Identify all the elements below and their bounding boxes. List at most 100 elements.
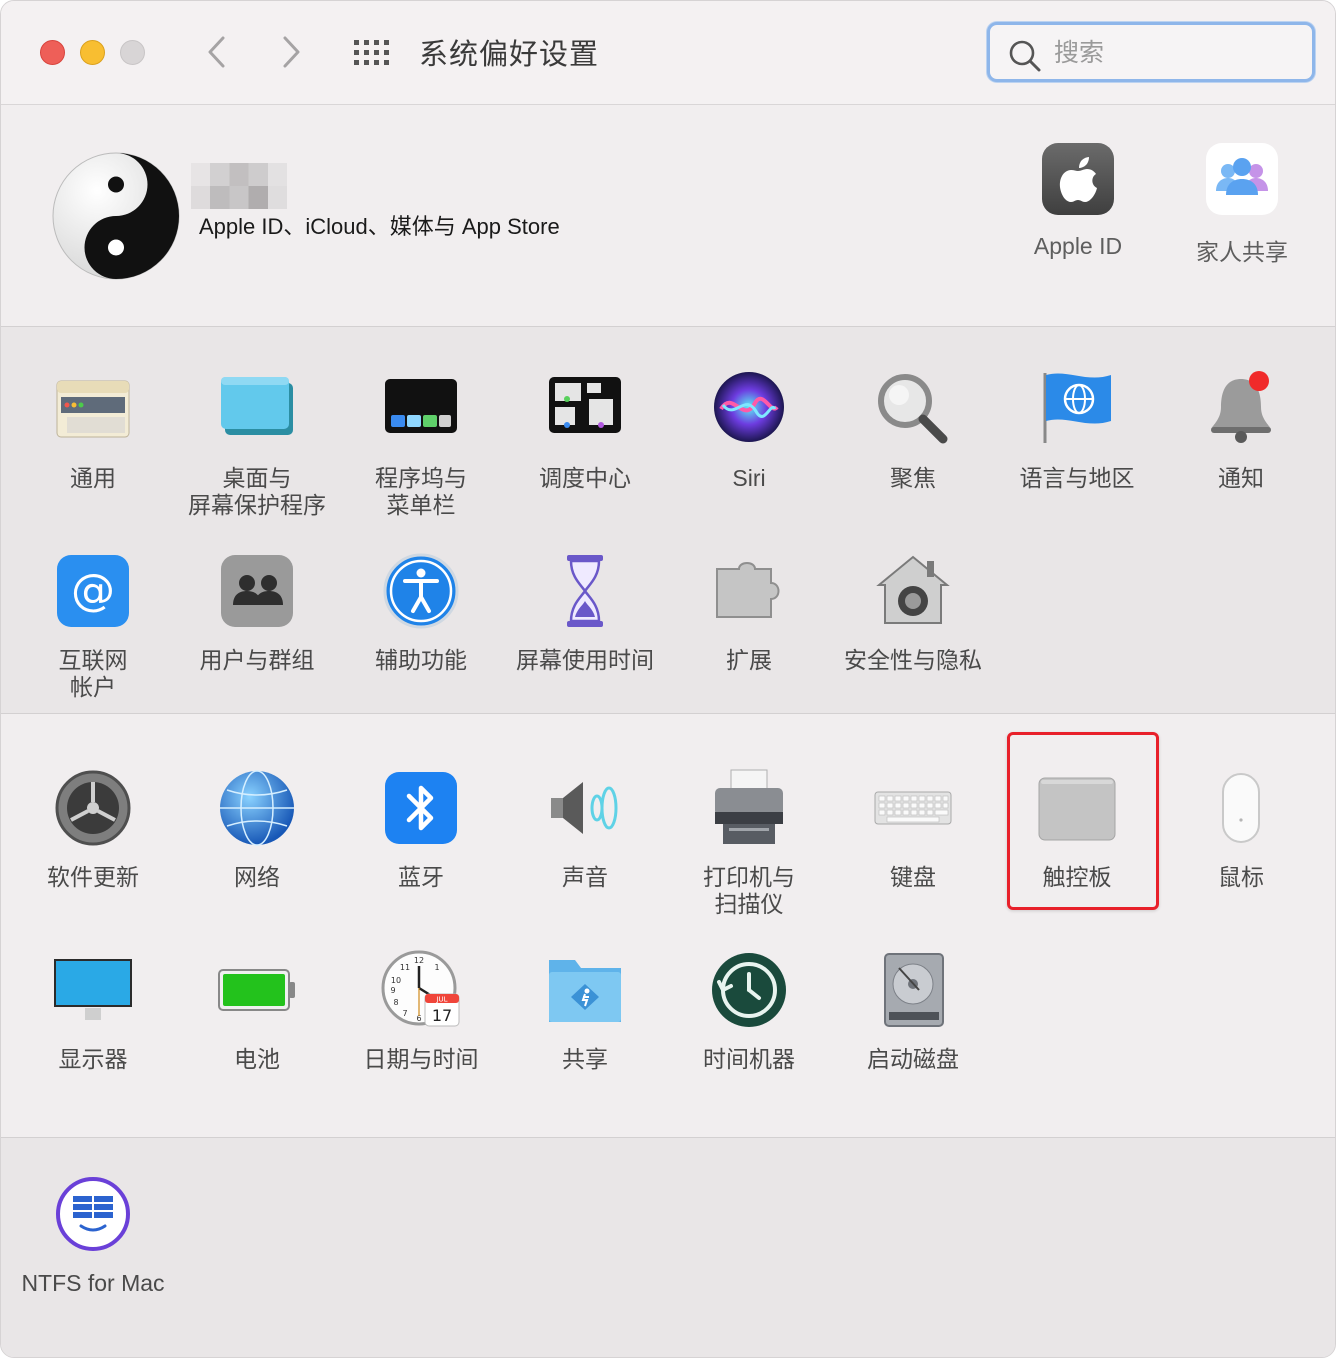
pane-accessibility[interactable]: 辅助功能	[339, 551, 503, 674]
pane-label: 通知	[1218, 465, 1264, 491]
pane-bluetooth[interactable]: 蓝牙	[339, 768, 503, 891]
grid-icon	[354, 40, 389, 65]
search-icon	[1009, 40, 1041, 72]
search-input[interactable]	[1052, 35, 1296, 71]
close-button[interactable]	[40, 40, 65, 65]
calendar-month: JUL	[435, 996, 447, 1004]
avatar[interactable]	[51, 151, 181, 281]
pane-label: 语言与地区	[1019, 465, 1135, 491]
desktop-screensaver-icon	[217, 369, 297, 449]
bluetooth-icon	[381, 768, 461, 848]
accessibility-icon	[381, 551, 461, 631]
apple-logo-icon	[1042, 143, 1114, 215]
pane-printers-scanners[interactable]: 打印机与 扫描仪	[667, 768, 831, 918]
pane-mission-control[interactable]: 调度中心	[503, 369, 667, 492]
pane-network[interactable]: 网络	[175, 768, 339, 891]
pane-ntfs-for-mac[interactable]: NTFS for Mac	[11, 1174, 175, 1297]
minimize-button[interactable]	[80, 40, 105, 65]
back-button[interactable]	[197, 29, 237, 75]
printers-scanners-icon	[709, 768, 789, 848]
pane-startup-disk[interactable]: 启动磁盘	[831, 950, 995, 1073]
pane-battery[interactable]: 电池	[175, 950, 339, 1073]
pane-desktop-screensaver[interactable]: 桌面与 屏幕保护程序	[175, 369, 339, 519]
pane-date-time[interactable]: 12 1 11 10 9 8 76 JUL 17 日期与时间	[339, 950, 503, 1073]
pane-spotlight[interactable]: 聚焦	[831, 369, 995, 492]
trackpad-highlight-box	[1007, 732, 1159, 910]
pane-label: 键盘	[890, 864, 936, 890]
yin-yang-icon	[52, 152, 180, 280]
pane-label: 调度中心	[539, 465, 631, 491]
pane-label: 屏幕使用时间	[516, 647, 654, 673]
displays-icon	[53, 950, 133, 1030]
pane-keyboard[interactable]: 键盘	[831, 768, 995, 891]
chevron-right-icon	[283, 36, 300, 68]
window-title: 系统偏好设置	[419, 39, 600, 71]
apple-id-label: Apple ID	[1033, 233, 1123, 259]
family-sharing-pane[interactable]: 家人共享	[1162, 143, 1322, 267]
screen-time-icon	[545, 551, 625, 631]
extensions-icon	[709, 551, 789, 631]
zoom-button[interactable]	[120, 40, 145, 65]
users-groups-icon	[217, 551, 297, 631]
date-time-icon: 12 1 11 10 9 8 76 JUL 17	[381, 950, 461, 1030]
language-region-icon	[1037, 369, 1117, 449]
pane-label: Siri	[732, 465, 766, 491]
svg-text:@: @	[71, 565, 115, 616]
pane-language-region[interactable]: 语言与地区	[995, 369, 1159, 492]
pane-label: 启动磁盘	[867, 1046, 959, 1072]
mission-control-icon	[545, 369, 625, 449]
svg-text:12: 12	[414, 956, 424, 965]
ntfs-for-mac-icon	[53, 1174, 133, 1254]
svg-text:11: 11	[400, 963, 410, 972]
other-preferences-section: NTFS for Mac	[1, 1138, 1335, 1357]
battery-icon	[217, 950, 297, 1030]
pane-sound[interactable]: 声音	[503, 768, 667, 891]
pane-time-machine[interactable]: 时间机器	[667, 950, 831, 1073]
calendar-day: 17	[432, 1006, 452, 1025]
sound-icon	[545, 768, 625, 848]
pane-label: 打印机与 扫描仪	[703, 864, 795, 917]
chevron-left-icon	[208, 36, 225, 68]
pane-general[interactable]: 通用	[11, 369, 175, 492]
pane-screen-time[interactable]: 屏幕使用时间	[503, 551, 667, 674]
pane-label: 鼠标	[1218, 864, 1264, 890]
titlebar: 系统偏好设置	[1, 1, 1335, 105]
svg-text:7: 7	[402, 1009, 407, 1018]
pane-security-privacy[interactable]: 安全性与隐私	[831, 551, 995, 674]
spotlight-icon	[873, 369, 953, 449]
pane-label: 互联网 帐户	[58, 647, 128, 700]
pane-label: 蓝牙	[398, 864, 444, 890]
forward-button[interactable]	[271, 29, 311, 75]
account-name-redacted	[191, 163, 287, 209]
svg-text:10: 10	[391, 976, 401, 985]
pane-label: 桌面与 屏幕保护程序	[188, 465, 326, 518]
system-preferences-window: 系统偏好设置 Apple ID、iCloud、媒体与 App Store	[0, 0, 1336, 1358]
pane-label: 安全性与隐私	[844, 647, 982, 673]
pane-notifications[interactable]: 通知	[1159, 369, 1323, 492]
pane-extensions[interactable]: 扩展	[667, 551, 831, 674]
apple-id-pane[interactable]: Apple ID	[998, 143, 1158, 260]
general-icon	[53, 369, 133, 449]
keyboard-icon	[873, 768, 953, 848]
security-privacy-icon	[873, 551, 953, 631]
pane-dock-menubar[interactable]: 程序坞与 菜单栏	[339, 369, 503, 519]
show-all-button[interactable]	[353, 39, 391, 67]
family-sharing-label: 家人共享	[1196, 239, 1288, 265]
dock-menubar-icon	[381, 369, 461, 449]
pane-users-groups[interactable]: 用户与群组	[175, 551, 339, 674]
pane-internet-accounts[interactable]: @ 互联网 帐户	[11, 551, 175, 701]
search-field[interactable]	[987, 22, 1315, 82]
pane-label: 程序坞与 菜单栏	[375, 465, 467, 518]
mouse-icon	[1201, 768, 1281, 848]
pane-label: 网络	[234, 864, 280, 890]
internet-accounts-icon: @	[53, 551, 133, 631]
pane-software-update[interactable]: 软件更新	[11, 768, 175, 891]
pane-mouse[interactable]: 鼠标	[1159, 768, 1323, 891]
pane-label: 聚焦	[890, 465, 936, 491]
pane-displays[interactable]: 显示器	[11, 950, 175, 1073]
pane-label: 扩展	[726, 647, 772, 673]
pane-label: 时间机器	[703, 1046, 795, 1072]
pane-sharing[interactable]: 共享	[503, 950, 667, 1073]
network-icon	[217, 768, 297, 848]
pane-siri[interactable]: Siri	[667, 369, 831, 492]
